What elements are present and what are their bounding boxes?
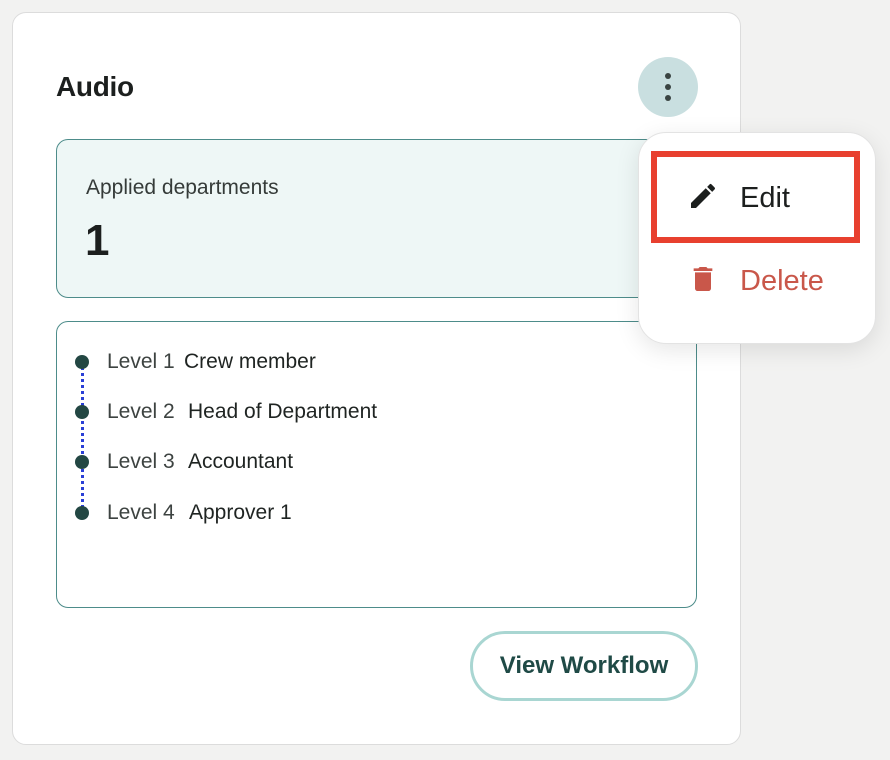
level-number: Level 2 [107, 400, 175, 423]
view-workflow-button[interactable]: View Workflow [470, 631, 698, 701]
level-role: Crew member [184, 350, 316, 373]
level-item: Level 3 Accountant [57, 447, 657, 477]
applied-departments-label: Applied departments [86, 176, 279, 199]
delete-label: Delete [740, 264, 824, 297]
audio-card: Audio Applied departments 1 Level 1 Crew… [12, 12, 741, 745]
level-role: Accountant [188, 450, 294, 473]
approval-levels-panel: Level 1 Crew member Level 2 Head of Depa… [56, 321, 697, 608]
delete-menu-item[interactable]: Delete [639, 246, 877, 316]
pencil-icon [687, 180, 719, 217]
more-vertical-icon [665, 73, 671, 79]
card-context-menu: Edit Delete [638, 132, 876, 344]
timeline-dot [75, 405, 89, 419]
level-role: Head of Department [188, 400, 378, 423]
trash-icon [687, 263, 719, 300]
more-options-button[interactable] [638, 57, 698, 117]
level-item: Level 2 Head of Department [57, 397, 657, 427]
card-title: Audio [56, 71, 134, 102]
level-number: Level 3 [107, 450, 175, 473]
timeline-connector [81, 366, 84, 516]
applied-departments-panel: Applied departments 1 [56, 139, 697, 298]
timeline-dot [75, 506, 89, 520]
edit-label: Edit [740, 181, 790, 214]
level-item: Level 1 Crew member [57, 347, 657, 377]
level-role: Approver 1 [189, 501, 292, 524]
applied-departments-count: 1 [85, 216, 110, 265]
timeline-dot [75, 355, 89, 369]
level-number: Level 1 [107, 350, 175, 373]
level-number: Level 4 [107, 501, 175, 524]
edit-menu-item[interactable]: Edit [639, 163, 877, 233]
level-item: Level 4 Approver 1 [57, 498, 657, 528]
timeline-dot [75, 455, 89, 469]
